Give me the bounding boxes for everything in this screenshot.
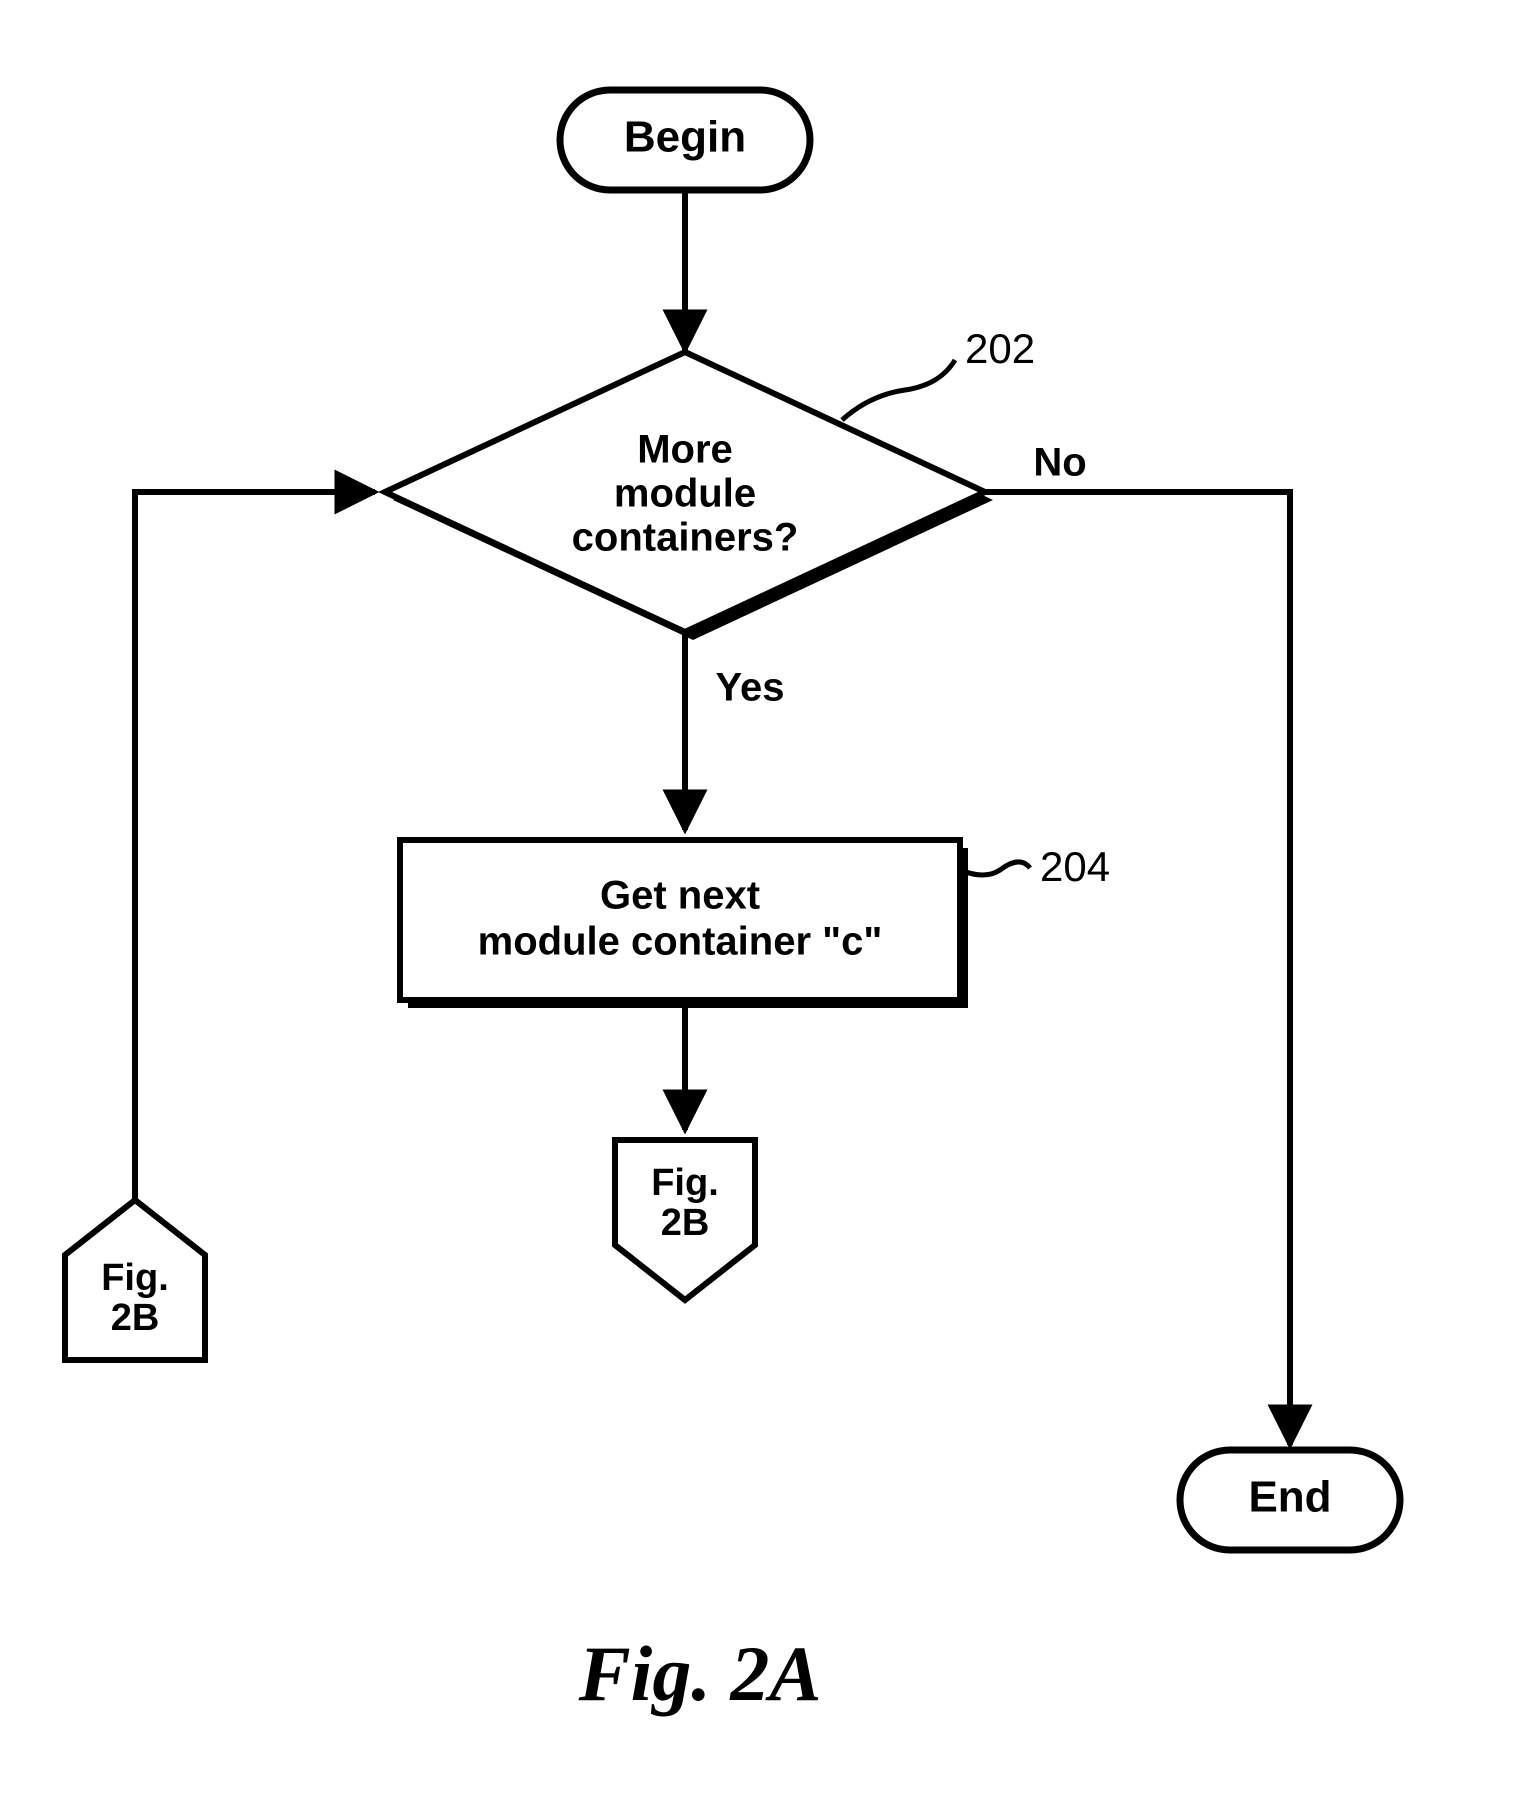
node-end: End <box>1180 1450 1400 1550</box>
decision-line1: More <box>637 428 733 472</box>
edge-label-yes: Yes <box>716 666 785 710</box>
offpage-connector-loop: Fig. 2B <box>65 1200 205 1360</box>
node-decision-more-module-containers: More module containers? <box>385 352 993 640</box>
end-label: End <box>1248 1473 1331 1522</box>
offpage-down-line2: 2B <box>661 1202 710 1244</box>
offpage-loop-line1: Fig. <box>101 1257 169 1299</box>
offpage-connector-down: Fig. 2B <box>615 1140 755 1300</box>
ref-204: 204 <box>960 843 1110 890</box>
figure-caption: Fig. 2A <box>578 1630 822 1717</box>
node-process-get-next-container: Get next module container "c" <box>400 840 968 1008</box>
edge-loop-back-to-decision <box>135 492 375 1200</box>
process-line1: Get next <box>600 874 760 918</box>
decision-line3: containers? <box>572 516 799 560</box>
edge-no-to-end: No <box>985 441 1290 1445</box>
offpage-down-line1: Fig. <box>651 1162 719 1204</box>
ref-202-label: 202 <box>965 325 1035 372</box>
begin-label: Begin <box>624 113 746 162</box>
ref-204-label: 204 <box>1040 843 1110 890</box>
decision-line2: module <box>614 472 756 516</box>
flowchart-fig-2a: Begin More module containers? 202 No End… <box>0 0 1531 1817</box>
process-line2: module container "c" <box>478 920 883 964</box>
edge-label-no: No <box>1033 441 1086 485</box>
offpage-loop-line2: 2B <box>111 1297 160 1339</box>
ref-202: 202 <box>842 325 1035 420</box>
node-begin: Begin <box>560 90 810 190</box>
edge-yes-to-process: Yes <box>685 632 784 830</box>
